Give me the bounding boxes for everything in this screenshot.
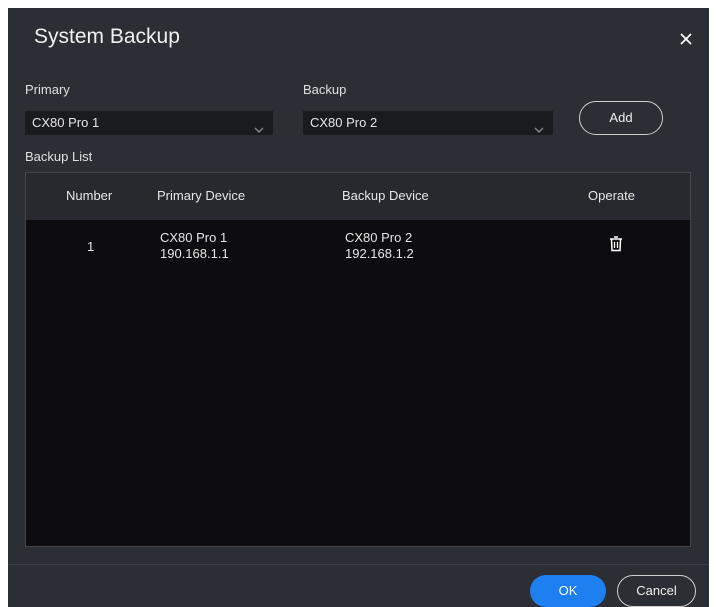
chevron-down-icon bbox=[254, 119, 264, 133]
column-primary-device: Primary Device bbox=[157, 188, 246, 203]
primary-device-ip: 190.168.1.1 bbox=[160, 246, 229, 261]
primary-select[interactable]: CX80 Pro 1 bbox=[25, 111, 273, 135]
row-backup-device: CX80 Pro 2 192.168.1.2 bbox=[345, 230, 414, 262]
table-header: Number Primary Device Backup Device Oper… bbox=[26, 173, 690, 220]
system-backup-dialog: System Backup Primary CX80 Pro 1 Backup … bbox=[8, 8, 709, 607]
add-button[interactable]: Add bbox=[579, 101, 663, 135]
primary-label: Primary bbox=[25, 82, 70, 97]
row-number: 1 bbox=[87, 239, 95, 254]
ok-button[interactable]: OK bbox=[530, 575, 606, 607]
column-backup-device: Backup Device bbox=[342, 188, 429, 203]
backup-list-label: Backup List bbox=[25, 149, 93, 164]
backup-device-ip: 192.168.1.2 bbox=[345, 246, 414, 261]
backup-select-value: CX80 Pro 2 bbox=[310, 115, 378, 130]
primary-select-value: CX80 Pro 1 bbox=[32, 115, 100, 130]
chevron-down-icon bbox=[534, 119, 544, 133]
column-number: Number bbox=[66, 188, 113, 203]
backup-select[interactable]: CX80 Pro 2 bbox=[303, 111, 553, 135]
column-operate: Operate bbox=[588, 188, 635, 203]
row-primary-device: CX80 Pro 1 190.168.1.1 bbox=[160, 230, 229, 262]
cancel-button[interactable]: Cancel bbox=[617, 575, 696, 607]
backup-label: Backup bbox=[303, 82, 347, 97]
close-icon[interactable] bbox=[677, 30, 695, 48]
dialog-title: System Backup bbox=[34, 25, 180, 48]
table-row: 1 CX80 Pro 1 190.168.1.1 CX80 Pro 2 192.… bbox=[26, 220, 690, 272]
trash-icon[interactable] bbox=[609, 236, 623, 252]
backup-device-name: CX80 Pro 2 bbox=[345, 230, 413, 245]
primary-device-name: CX80 Pro 1 bbox=[160, 230, 228, 245]
footer-divider bbox=[8, 564, 709, 565]
backup-table: Number Primary Device Backup Device Oper… bbox=[25, 172, 691, 547]
